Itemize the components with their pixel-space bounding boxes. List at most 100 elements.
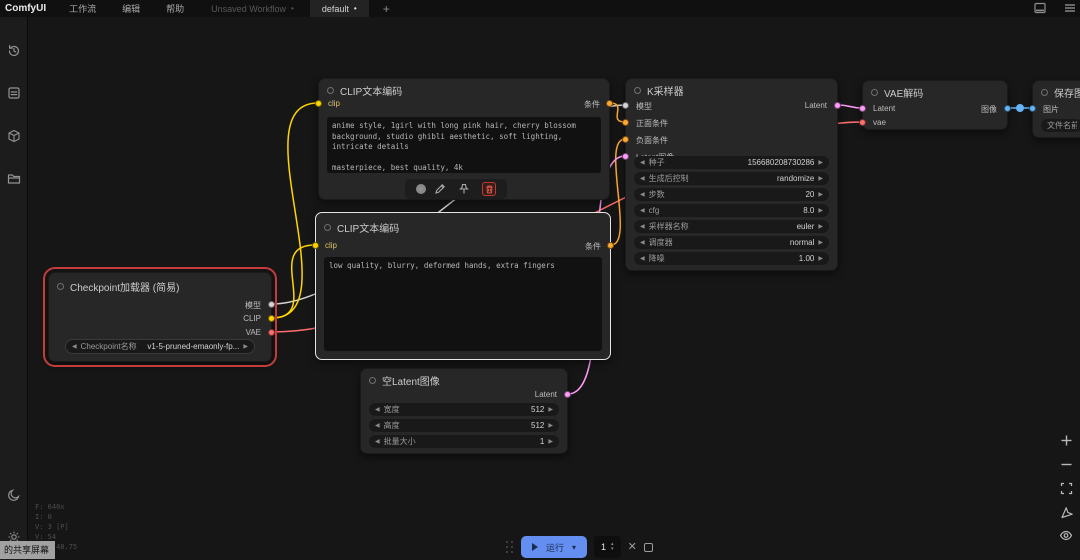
conditioning-output-dot[interactable] bbox=[606, 100, 613, 107]
decrement-arrow-icon[interactable]: ◀ bbox=[640, 223, 645, 230]
increment-arrow-icon[interactable]: ▶ bbox=[548, 422, 553, 429]
node-header[interactable]: VAE解码 bbox=[871, 85, 923, 100]
latent-input-dot[interactable] bbox=[859, 105, 866, 112]
node-header[interactable]: 空Latent图像 bbox=[369, 373, 440, 388]
increment-arrow-icon[interactable]: ▶ bbox=[818, 239, 823, 246]
link-image-midpoint-dot[interactable] bbox=[1016, 104, 1024, 112]
decrement-arrow-icon[interactable]: ◀ bbox=[640, 207, 645, 214]
workflows-folder-icon[interactable] bbox=[7, 172, 21, 186]
increment-arrow-icon[interactable]: ▶ bbox=[818, 223, 823, 230]
node-library-icon[interactable] bbox=[7, 86, 21, 100]
collapse-dot-icon[interactable] bbox=[1041, 89, 1048, 96]
control-after-generate-widget[interactable]: ◀ 生成后控制 randomize ▶ bbox=[634, 172, 829, 185]
negative-input-dot[interactable] bbox=[622, 136, 629, 143]
image-output-dot[interactable] bbox=[1004, 105, 1011, 112]
link-clip-negative[interactable] bbox=[272, 245, 315, 318]
node-ksampler[interactable]: K采样器 模型 正面条件 负面条件 Latent图像 Latent ◀ 种子 1… bbox=[625, 78, 838, 271]
node-clip-text-encode-negative[interactable]: CLIP文本编码 clip 条件 low quality, blurry, de… bbox=[315, 212, 611, 360]
positive-input-dot[interactable] bbox=[622, 119, 629, 126]
decrement-arrow-icon[interactable]: ◀ bbox=[640, 159, 645, 166]
stop-icon[interactable] bbox=[644, 543, 653, 552]
theme-moon-icon[interactable] bbox=[7, 488, 21, 502]
node-header[interactable]: CLIP文本编码 bbox=[327, 83, 402, 98]
vae-input-dot[interactable] bbox=[859, 119, 866, 126]
clip-output-dot[interactable] bbox=[268, 315, 275, 322]
node-header[interactable]: CLIP文本编码 bbox=[324, 220, 399, 235]
negative-prompt-textarea[interactable]: low quality, blurry, deformed hands, ext… bbox=[324, 257, 602, 351]
fit-view-icon[interactable] bbox=[1060, 482, 1073, 495]
height-widget[interactable]: ◀ 高度 512 ▶ bbox=[369, 419, 559, 432]
clear-queue-icon[interactable]: ✕ bbox=[628, 542, 637, 553]
history-icon[interactable] bbox=[7, 44, 21, 58]
scheduler-widget[interactable]: ◀ 调度器 normal ▶ bbox=[634, 236, 829, 249]
decrement-arrow-icon[interactable]: ◀ bbox=[640, 175, 645, 182]
steps-widget[interactable]: ◀ 步数 20 ▶ bbox=[634, 188, 829, 201]
new-tab-button[interactable]: + bbox=[383, 2, 390, 16]
decrement-arrow-icon[interactable]: ◀ bbox=[375, 406, 380, 413]
menu-edit[interactable]: 编辑 bbox=[109, 2, 153, 15]
node-vae-decode[interactable]: VAE解码 Latent vae 图像 bbox=[862, 80, 1008, 130]
select-cursor-icon[interactable] bbox=[1060, 506, 1073, 519]
positive-prompt-textarea[interactable]: anime style, 1girl with long pink hair, … bbox=[327, 117, 601, 173]
sampler-name-widget[interactable]: ◀ 采样器名称 euler ▶ bbox=[634, 220, 829, 233]
bottom-panel-icon[interactable] bbox=[1034, 2, 1046, 14]
increment-arrow-icon[interactable]: ▶ bbox=[548, 406, 553, 413]
node-header[interactable]: K采样器 bbox=[634, 83, 684, 98]
batch-count-stepper[interactable]: 1 ▴ ▾ bbox=[594, 536, 621, 558]
tab-default[interactable]: default • bbox=[310, 0, 369, 17]
node-header[interactable]: 保存图... bbox=[1041, 85, 1080, 100]
decrement-arrow-icon[interactable]: ◀ bbox=[640, 191, 645, 198]
decrement-arrow-icon[interactable]: ◀ bbox=[72, 343, 77, 350]
filename-prefix-widget[interactable]: 文件名前... bbox=[1041, 119, 1080, 132]
collapse-dot-icon[interactable] bbox=[327, 87, 334, 94]
latent-output-dot[interactable] bbox=[834, 102, 841, 109]
collapse-dot-icon[interactable] bbox=[324, 224, 331, 231]
node-empty-latent-image[interactable]: 空Latent图像 Latent ◀ 宽度 512 ▶ ◀ 高度 512 ▶ ◀… bbox=[360, 368, 568, 454]
decrement-arrow-icon[interactable]: ◀ bbox=[640, 239, 645, 246]
increment-arrow-icon[interactable]: ▶ bbox=[818, 207, 823, 214]
toggle-link-visibility-eye-icon[interactable] bbox=[1059, 530, 1073, 541]
edit-pencil-icon[interactable] bbox=[434, 183, 446, 195]
decrement-arrow-icon[interactable]: ◀ bbox=[375, 438, 380, 445]
image-input-dot[interactable] bbox=[1029, 105, 1036, 112]
delete-trash-icon[interactable] bbox=[482, 182, 496, 196]
cfg-widget[interactable]: ◀ cfg 8.0 ▶ bbox=[634, 204, 829, 217]
increment-arrow-icon[interactable]: ▶ bbox=[243, 343, 248, 350]
link-clip-positive[interactable] bbox=[272, 103, 318, 318]
increment-arrow-icon[interactable]: ▶ bbox=[818, 191, 823, 198]
model-output-dot[interactable] bbox=[268, 301, 275, 308]
conditioning-output-dot[interactable] bbox=[607, 242, 614, 249]
collapse-dot-icon[interactable] bbox=[57, 283, 64, 290]
width-widget[interactable]: ◀ 宽度 512 ▶ bbox=[369, 403, 559, 416]
pin-icon[interactable] bbox=[458, 183, 470, 195]
increment-arrow-icon[interactable]: ▶ bbox=[818, 159, 823, 166]
node-save-image[interactable]: 保存图... 图片 文件名前... bbox=[1032, 80, 1080, 138]
decrement-arrow-icon[interactable]: ◀ bbox=[375, 422, 380, 429]
workflow-name[interactable]: Unsaved Workflow • bbox=[211, 4, 294, 14]
increment-arrow-icon[interactable]: ▶ bbox=[818, 255, 823, 262]
clip-input-dot[interactable] bbox=[315, 100, 322, 107]
node-checkpoint-loader[interactable]: Checkpoint加载器 (简易) 模型 CLIP VAE ◀ Checkpo… bbox=[48, 272, 272, 362]
model-library-icon[interactable] bbox=[7, 129, 21, 143]
batch-size-widget[interactable]: ◀ 批量大小 1 ▶ bbox=[369, 435, 559, 448]
latent-output-dot[interactable] bbox=[564, 391, 571, 398]
vae-output-dot[interactable] bbox=[268, 329, 275, 336]
run-button[interactable]: 运行 ▾ bbox=[521, 536, 587, 558]
menu-list-icon[interactable] bbox=[1064, 2, 1076, 14]
denoise-widget[interactable]: ◀ 降噪 1.00 ▶ bbox=[634, 252, 829, 265]
collapse-dot-icon[interactable] bbox=[871, 89, 878, 96]
menu-help[interactable]: 帮助 bbox=[153, 2, 197, 15]
seed-widget[interactable]: ◀ 种子 156680208730286 ▶ bbox=[634, 156, 829, 169]
node-header[interactable]: Checkpoint加载器 (简易) bbox=[57, 279, 179, 294]
run-options-chevron-icon[interactable]: ▾ bbox=[572, 543, 576, 552]
zoom-out-icon[interactable] bbox=[1060, 458, 1073, 471]
decrement-arrow-icon[interactable]: ◀ bbox=[640, 255, 645, 262]
toolbar-drag-handle[interactable] bbox=[506, 541, 514, 554]
model-input-dot[interactable] bbox=[622, 102, 629, 109]
increment-arrow-icon[interactable]: ▶ bbox=[818, 175, 823, 182]
latent-input-dot[interactable] bbox=[622, 153, 629, 160]
clip-input-dot[interactable] bbox=[312, 242, 319, 249]
menu-workflow[interactable]: 工作流 bbox=[56, 2, 109, 15]
node-color-swatch-button[interactable]: ▾ bbox=[416, 184, 422, 194]
ckpt-name-widget[interactable]: ◀ Checkpoint名称 v1-5-pruned-emaonly-fp...… bbox=[65, 339, 255, 354]
